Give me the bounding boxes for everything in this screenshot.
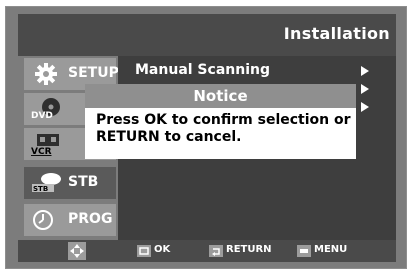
sidebar-item-prog[interactable]: PROG [24, 204, 116, 236]
stb-icon-text: STB [33, 185, 48, 193]
clock-icon [33, 210, 53, 230]
return-hint-label: RETURN [226, 244, 272, 255]
notice-dialog: Notice Press OK to confirm selection or … [85, 84, 356, 159]
dvd-icon: DVD [31, 98, 60, 121]
header-bar: Installation [18, 14, 396, 56]
vcr-icon-text: VCR [31, 147, 52, 157]
sidebar-item-label: PROG [68, 211, 113, 227]
sidebar-item-label: STB [68, 174, 99, 190]
menu-hint-label: MENU [314, 244, 348, 255]
notice-title: Notice [85, 84, 356, 108]
chevron-right-icon [361, 84, 369, 94]
ok-icon [137, 245, 151, 257]
dvd-icon-text: DVD [31, 111, 53, 121]
sidebar-item-stb[interactable]: STB STB [24, 167, 116, 199]
footer-bar: OK RETURN MENU [18, 240, 396, 262]
vcr-icon: VCR [31, 134, 59, 157]
chevron-right-icon [361, 66, 369, 76]
sidebar-item-label: SETUP [68, 65, 119, 81]
return-icon [209, 245, 223, 257]
page-title: Installation [283, 24, 390, 43]
ok-hint-label: OK [154, 244, 171, 255]
tv-screen: Installation SETUP DVD VCR STB STB PROG … [0, 0, 412, 272]
chevron-right-icon [361, 102, 369, 112]
stb-icon: STB [32, 173, 61, 193]
navigation-pad-icon [68, 242, 86, 260]
menu-item-manual-scanning[interactable]: Manual Scanning [135, 62, 270, 78]
menu-icon [297, 245, 311, 257]
gear-icon [35, 63, 57, 85]
notice-message: Press OK to confirm selection or RETURN … [96, 112, 351, 145]
